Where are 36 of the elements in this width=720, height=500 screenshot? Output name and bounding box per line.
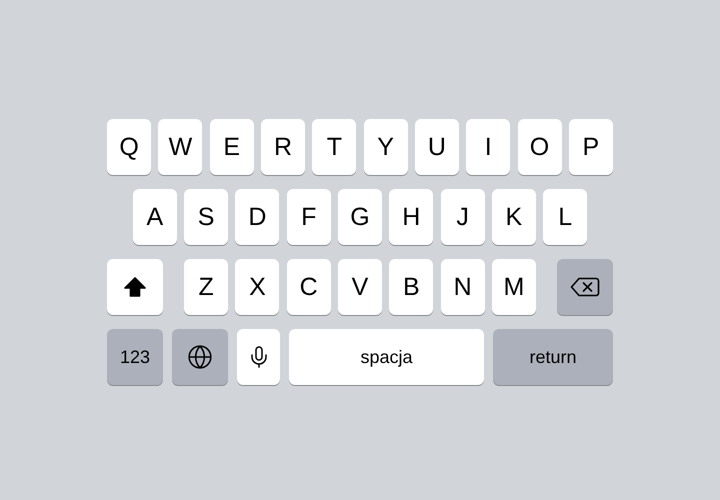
- return-key[interactable]: return: [493, 329, 613, 385]
- letter-key[interactable]: T: [312, 119, 356, 175]
- shift-key[interactable]: [107, 259, 163, 315]
- letter-key[interactable]: W: [158, 119, 202, 175]
- letter-key[interactable]: P: [568, 119, 613, 175]
- letter-key[interactable]: H: [389, 189, 434, 245]
- letter-key[interactable]: Q: [107, 119, 152, 175]
- letter-key[interactable]: F: [286, 189, 331, 245]
- letter-key[interactable]: Z: [184, 259, 228, 315]
- letter-key[interactable]: K: [492, 189, 536, 245]
- letter-key[interactable]: D: [235, 189, 280, 245]
- numbers-key[interactable]: 123: [107, 329, 163, 385]
- letter-key[interactable]: M: [492, 259, 536, 315]
- letter-key[interactable]: A: [132, 189, 177, 245]
- letter-key[interactable]: S: [184, 189, 228, 245]
- letter-key[interactable]: R: [261, 119, 306, 175]
- letter-key[interactable]: V: [338, 259, 382, 315]
- letter-key[interactable]: O: [518, 119, 562, 175]
- letter-key[interactable]: N: [440, 259, 485, 315]
- backspace-icon: [570, 277, 600, 297]
- letter-key[interactable]: X: [235, 259, 280, 315]
- letter-key[interactable]: U: [414, 119, 459, 175]
- delete-key[interactable]: [557, 259, 613, 315]
- letter-key[interactable]: L: [543, 189, 588, 245]
- globe-key[interactable]: [172, 329, 228, 385]
- shift-icon: [124, 277, 146, 297]
- letter-key[interactable]: G: [338, 189, 382, 245]
- letter-key[interactable]: B: [389, 259, 434, 315]
- space-key[interactable]: spacja: [289, 329, 484, 385]
- globe-icon: [187, 344, 213, 370]
- microphone-key[interactable]: [237, 329, 280, 385]
- letter-key[interactable]: C: [286, 259, 331, 315]
- letter-key[interactable]: Y: [364, 119, 408, 175]
- letter-key[interactable]: E: [210, 119, 254, 175]
- letter-key[interactable]: I: [466, 119, 510, 175]
- letter-key[interactable]: J: [440, 189, 485, 245]
